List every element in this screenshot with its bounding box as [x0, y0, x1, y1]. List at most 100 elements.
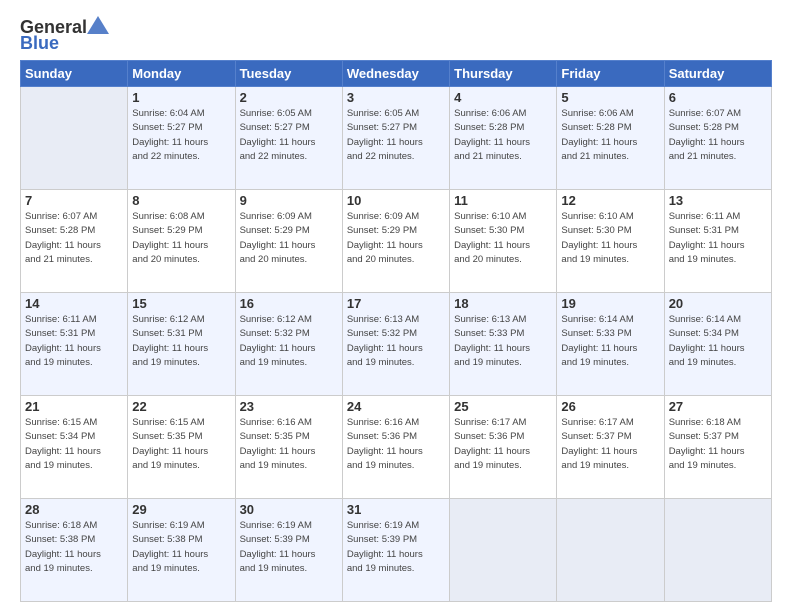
weekday-header: Tuesday: [235, 61, 342, 87]
day-info: Sunrise: 6:05 AMSunset: 5:27 PMDaylight:…: [240, 107, 338, 164]
calendar-day-cell: 22Sunrise: 6:15 AMSunset: 5:35 PMDayligh…: [128, 396, 235, 499]
day-info: Sunrise: 6:19 AMSunset: 5:39 PMDaylight:…: [240, 519, 338, 576]
calendar-day-cell: 21 Sunrise: 6:15 AMSunset: 5:34 PMDayligh…: [21, 396, 128, 499]
day-number: 10: [347, 193, 445, 208]
day-number: 14: [25, 296, 123, 311]
day-number: 27: [669, 399, 767, 414]
day-info: Sunrise: 6:06 AMSunset: 5:28 PMDaylight:…: [561, 107, 659, 164]
day-number: 7: [25, 193, 123, 208]
logo: General Blue: [20, 18, 109, 54]
logo-blue-text: Blue: [20, 33, 59, 53]
day-number: 28: [25, 502, 123, 517]
calendar-day-cell: 10 Sunrise: 6:09 AMSunset: 5:29 PMDayligh…: [342, 190, 449, 293]
calendar-day-cell: 12 Sunrise: 6:10 AMSunset: 5:30 PMDayligh…: [557, 190, 664, 293]
day-info: Sunrise: 6:07 AMSunset: 5:28 PMDaylight:…: [669, 107, 767, 164]
day-info: Sunrise: 6:15 AMSunset: 5:35 PMDaylight:…: [132, 416, 230, 473]
day-info: Sunrise: 6:13 AMSunset: 5:33 PMDaylight:…: [454, 313, 552, 370]
calendar-day-cell: 29 Sunrise: 6:19 AMSunset: 5:38 PMDayligh…: [128, 499, 235, 602]
page: General Blue SundayMondayTuesdayWednesda…: [0, 0, 792, 612]
weekday-header: Saturday: [664, 61, 771, 87]
calendar-day-cell: 13 Sunrise: 6:11 AMSunset: 5:31 PMDayligh…: [664, 190, 771, 293]
calendar-day-cell: 5 Sunrise: 6:06 AMSunset: 5:28 PMDaylight…: [557, 87, 664, 190]
calendar-week-row: 1Sunrise: 6:04 AMSunset: 5:27 PMDaylight…: [21, 87, 772, 190]
day-number: 4: [454, 90, 552, 105]
calendar-day-cell: 11Sunrise: 6:10 AMSunset: 5:30 PMDayligh…: [450, 190, 557, 293]
calendar-day-cell: [557, 499, 664, 602]
day-info: Sunrise: 6:17 AMSunset: 5:36 PMDaylight:…: [454, 416, 552, 473]
day-info: Sunrise: 6:10 AMSunset: 5:30 PMDaylight:…: [454, 210, 552, 267]
day-info: Sunrise: 6:17 AMSunset: 5:37 PMDaylight:…: [561, 416, 659, 473]
weekday-header: Wednesday: [342, 61, 449, 87]
day-info: Sunrise: 6:15 AMSunset: 5:34 PMDaylight:…: [25, 416, 123, 473]
calendar-day-cell: [21, 87, 128, 190]
calendar-day-cell: 19Sunrise: 6:14 AMSunset: 5:33 PMDayligh…: [557, 293, 664, 396]
day-info: Sunrise: 6:12 AMSunset: 5:32 PMDaylight:…: [240, 313, 338, 370]
calendar-day-cell: 26 Sunrise: 6:17 AMSunset: 5:37 PMDayligh…: [557, 396, 664, 499]
calendar-day-cell: 8 Sunrise: 6:08 AMSunset: 5:29 PMDaylight…: [128, 190, 235, 293]
logo-icon: [87, 16, 109, 34]
day-number: 9: [240, 193, 338, 208]
day-number: 20: [669, 296, 767, 311]
calendar-day-cell: 7 Sunrise: 6:07 AMSunset: 5:28 PMDaylight…: [21, 190, 128, 293]
day-info: Sunrise: 6:14 AMSunset: 5:34 PMDaylight:…: [669, 313, 767, 370]
day-number: 15: [132, 296, 230, 311]
day-number: 21: [25, 399, 123, 414]
calendar-day-cell: 20 Sunrise: 6:14 AMSunset: 5:34 PMDayligh…: [664, 293, 771, 396]
calendar-day-cell: 28 Sunrise: 6:18 AMSunset: 5:38 PMDayligh…: [21, 499, 128, 602]
day-info: Sunrise: 6:11 AMSunset: 5:31 PMDaylight:…: [25, 313, 123, 370]
day-number: 29: [132, 502, 230, 517]
day-info: Sunrise: 6:16 AMSunset: 5:35 PMDaylight:…: [240, 416, 338, 473]
calendar-week-row: 28 Sunrise: 6:18 AMSunset: 5:38 PMDayligh…: [21, 499, 772, 602]
calendar-week-row: 14 Sunrise: 6:11 AMSunset: 5:31 PMDayligh…: [21, 293, 772, 396]
weekday-header: Friday: [557, 61, 664, 87]
day-number: 13: [669, 193, 767, 208]
day-number: 6: [669, 90, 767, 105]
day-number: 1: [132, 90, 230, 105]
weekday-header: Sunday: [21, 61, 128, 87]
calendar-week-row: 7 Sunrise: 6:07 AMSunset: 5:28 PMDaylight…: [21, 190, 772, 293]
day-info: Sunrise: 6:05 AMSunset: 5:27 PMDaylight:…: [347, 107, 445, 164]
day-number: 19: [561, 296, 659, 311]
day-number: 3: [347, 90, 445, 105]
day-info: Sunrise: 6:08 AMSunset: 5:29 PMDaylight:…: [132, 210, 230, 267]
day-number: 2: [240, 90, 338, 105]
calendar-day-cell: 1Sunrise: 6:04 AMSunset: 5:27 PMDaylight…: [128, 87, 235, 190]
calendar-day-cell: [664, 499, 771, 602]
day-number: 12: [561, 193, 659, 208]
day-info: Sunrise: 6:18 AMSunset: 5:37 PMDaylight:…: [669, 416, 767, 473]
day-info: Sunrise: 6:19 AMSunset: 5:39 PMDaylight:…: [347, 519, 445, 576]
day-info: Sunrise: 6:16 AMSunset: 5:36 PMDaylight:…: [347, 416, 445, 473]
calendar-header-row: SundayMondayTuesdayWednesdayThursdayFrid…: [21, 61, 772, 87]
day-info: Sunrise: 6:13 AMSunset: 5:32 PMDaylight:…: [347, 313, 445, 370]
day-info: Sunrise: 6:09 AMSunset: 5:29 PMDaylight:…: [347, 210, 445, 267]
day-info: Sunrise: 6:09 AMSunset: 5:29 PMDaylight:…: [240, 210, 338, 267]
calendar-day-cell: 23Sunrise: 6:16 AMSunset: 5:35 PMDayligh…: [235, 396, 342, 499]
calendar-day-cell: [450, 499, 557, 602]
day-info: Sunrise: 6:12 AMSunset: 5:31 PMDaylight:…: [132, 313, 230, 370]
day-number: 5: [561, 90, 659, 105]
day-number: 16: [240, 296, 338, 311]
day-info: Sunrise: 6:11 AMSunset: 5:31 PMDaylight:…: [669, 210, 767, 267]
day-info: Sunrise: 6:18 AMSunset: 5:38 PMDaylight:…: [25, 519, 123, 576]
calendar-day-cell: 9 Sunrise: 6:09 AMSunset: 5:29 PMDaylight…: [235, 190, 342, 293]
calendar-table: SundayMondayTuesdayWednesdayThursdayFrid…: [20, 60, 772, 602]
day-info: Sunrise: 6:07 AMSunset: 5:28 PMDaylight:…: [25, 210, 123, 267]
calendar-day-cell: 25 Sunrise: 6:17 AMSunset: 5:36 PMDayligh…: [450, 396, 557, 499]
calendar-day-cell: 6 Sunrise: 6:07 AMSunset: 5:28 PMDaylight…: [664, 87, 771, 190]
day-number: 25: [454, 399, 552, 414]
calendar-day-cell: 2 Sunrise: 6:05 AMSunset: 5:27 PMDaylight…: [235, 87, 342, 190]
day-number: 24: [347, 399, 445, 414]
calendar-day-cell: 15 Sunrise: 6:12 AMSunset: 5:31 PMDayligh…: [128, 293, 235, 396]
day-number: 8: [132, 193, 230, 208]
calendar-day-cell: 17Sunrise: 6:13 AMSunset: 5:32 PMDayligh…: [342, 293, 449, 396]
day-number: 26: [561, 399, 659, 414]
calendar-day-cell: 3 Sunrise: 6:05 AMSunset: 5:27 PMDaylight…: [342, 87, 449, 190]
calendar-day-cell: 27 Sunrise: 6:18 AMSunset: 5:37 PMDayligh…: [664, 396, 771, 499]
day-info: Sunrise: 6:19 AMSunset: 5:38 PMDaylight:…: [132, 519, 230, 576]
calendar-day-cell: 30Sunrise: 6:19 AMSunset: 5:39 PMDayligh…: [235, 499, 342, 602]
calendar-day-cell: 14 Sunrise: 6:11 AMSunset: 5:31 PMDayligh…: [21, 293, 128, 396]
day-info: Sunrise: 6:10 AMSunset: 5:30 PMDaylight:…: [561, 210, 659, 267]
header: General Blue: [20, 18, 772, 54]
weekday-header: Thursday: [450, 61, 557, 87]
day-number: 31: [347, 502, 445, 517]
